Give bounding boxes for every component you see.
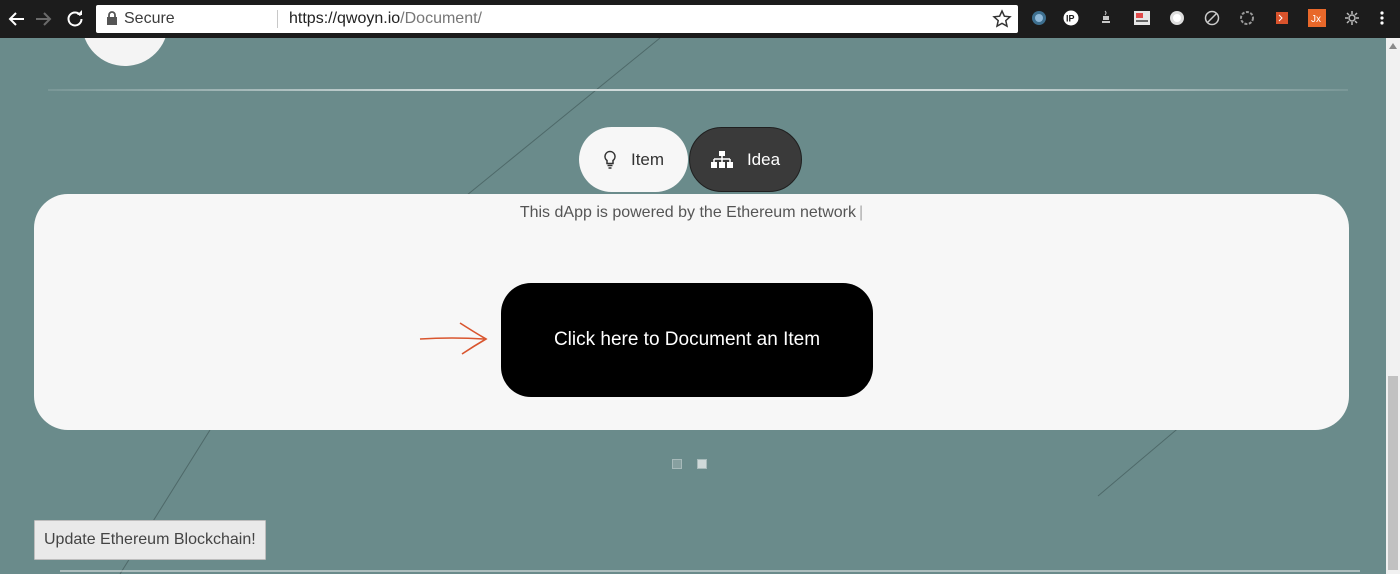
address-divider bbox=[277, 10, 278, 28]
secure-label: Secure bbox=[124, 10, 175, 27]
carousel-dot-active[interactable] bbox=[697, 459, 707, 469]
page-scrollbar[interactable] bbox=[1386, 38, 1400, 574]
reload-icon bbox=[67, 10, 83, 27]
tab-idea-label: Idea bbox=[746, 149, 781, 169]
svg-text:IP: IP bbox=[1066, 14, 1075, 24]
circle-ext-glyph bbox=[1170, 11, 1184, 25]
header-divider bbox=[48, 89, 1348, 91]
compass-ext-glyph bbox=[1204, 10, 1220, 26]
address-bar[interactable]: Secure https://qwoyn.io/Document/ bbox=[96, 5, 1018, 33]
gear-ext-glyph bbox=[1240, 11, 1254, 25]
powered-by-text: This dApp is powered by the Ethereum net… bbox=[34, 204, 1349, 222]
url-host: https://qwoyn.io bbox=[289, 10, 401, 27]
update-blockchain-button[interactable]: Update Ethereum Blockchain! bbox=[34, 520, 266, 560]
back-arrow-icon bbox=[8, 12, 24, 26]
tab-item-label: Item bbox=[630, 149, 665, 169]
ip-ext-glyph: IP bbox=[1063, 10, 1079, 26]
settings-ext-icon[interactable] bbox=[1343, 9, 1361, 27]
kebab-menu-glyph bbox=[1380, 11, 1384, 25]
gear-ext-icon[interactable] bbox=[1238, 9, 1256, 27]
document-item-button[interactable]: Click here to Document an Item bbox=[501, 283, 873, 397]
forward-button[interactable] bbox=[30, 6, 56, 32]
screenshot-ext-icon[interactable] bbox=[1133, 9, 1151, 27]
page-content: Item Idea This dApp is powered by the Et… bbox=[0, 38, 1400, 574]
scrollbar-thumb[interactable] bbox=[1388, 376, 1398, 570]
compass-ext-icon[interactable] bbox=[1203, 9, 1221, 27]
url-text[interactable]: https://qwoyn.io/Document/ bbox=[289, 10, 482, 28]
url-path: /Document/ bbox=[400, 10, 482, 27]
pointer-arrow-icon bbox=[419, 322, 488, 355]
carousel-dot[interactable] bbox=[672, 459, 682, 469]
carousel-dots bbox=[672, 459, 707, 469]
sitemap-icon bbox=[710, 150, 733, 168]
puzzle-ext-icon[interactable] bbox=[1273, 9, 1291, 27]
svg-text:Jx: Jx bbox=[1311, 14, 1321, 25]
powered-by-label: This dApp is powered by the Ethereum net… bbox=[519, 204, 856, 221]
browser-toolbar: Secure https://qwoyn.io/Document/ IP Jx bbox=[0, 0, 1400, 38]
java-ext-icon[interactable] bbox=[1098, 9, 1116, 27]
typing-cursor: | bbox=[859, 204, 864, 221]
java-ext-glyph bbox=[1102, 10, 1110, 23]
bookmark-star-icon[interactable] bbox=[992, 9, 1012, 29]
reload-button[interactable] bbox=[62, 6, 88, 32]
back-button[interactable] bbox=[4, 6, 30, 32]
settings-ext-glyph bbox=[1345, 11, 1359, 25]
ip-ext-icon[interactable]: IP bbox=[1062, 9, 1080, 27]
jx-ext-icon[interactable]: Jx bbox=[1308, 9, 1326, 27]
screenshot-ext-glyph bbox=[1134, 11, 1150, 25]
document-card: This dApp is powered by the Ethereum net… bbox=[34, 194, 1349, 430]
browser-menu-icon[interactable] bbox=[1376, 9, 1388, 27]
footer-divider bbox=[60, 570, 1360, 572]
forward-arrow-icon bbox=[36, 12, 52, 26]
tab-idea[interactable]: Idea bbox=[689, 127, 802, 192]
shield-ext-glyph bbox=[1032, 11, 1046, 25]
puzzle-ext-glyph bbox=[1276, 12, 1288, 24]
lightbulb-icon bbox=[604, 150, 616, 169]
scroll-up-arrow-icon[interactable] bbox=[1389, 43, 1397, 49]
tab-item[interactable]: Item bbox=[579, 127, 688, 192]
lock-icon bbox=[107, 11, 117, 25]
shield-ext-icon[interactable] bbox=[1030, 9, 1048, 27]
jx-ext-glyph: Jx bbox=[1308, 9, 1326, 27]
circle-ext-icon[interactable] bbox=[1168, 9, 1186, 27]
